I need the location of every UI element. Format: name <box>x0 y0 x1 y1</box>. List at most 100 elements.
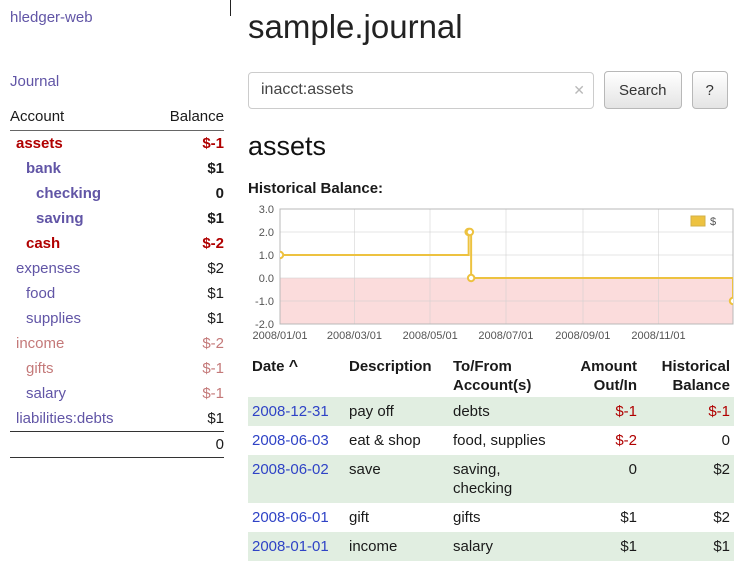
transaction-date-cell: 2008-06-02 <box>248 455 345 503</box>
account-name-cell: expenses <box>10 256 150 281</box>
account-link[interactable]: salary <box>26 385 66 402</box>
account-name-cell: saving <box>10 206 150 231</box>
svg-text:2008/07/01: 2008/07/01 <box>478 330 533 342</box>
register-header-balance: Historical Balance <box>641 355 734 397</box>
accounts-header-account: Account <box>10 104 150 131</box>
journal-nav-link[interactable]: Journal <box>10 73 224 90</box>
transaction-accounts: saving, checking <box>449 455 561 503</box>
transaction-date-link[interactable]: 2008-01-01 <box>252 538 329 555</box>
register-row: 2008-06-01giftgifts$1$2 <box>248 503 734 532</box>
search-button[interactable]: Search <box>604 71 682 109</box>
transaction-description: save <box>345 455 449 503</box>
transaction-date-cell: 2008-06-01 <box>248 503 345 532</box>
account-name-cell: supplies <box>10 306 150 331</box>
account-link[interactable]: gifts <box>26 360 54 377</box>
account-balance: $-1 <box>150 131 224 157</box>
account-balance: $2 <box>150 256 224 281</box>
account-link[interactable]: checking <box>36 185 101 202</box>
account-link[interactable]: cash <box>26 235 60 252</box>
transaction-amount: $1 <box>561 503 641 532</box>
account-row: supplies$1 <box>10 306 224 331</box>
transaction-balance: $2 <box>641 455 734 503</box>
register-header-row: Date ^ Description To/From Account(s) Am… <box>248 355 734 397</box>
transaction-description: eat & shop <box>345 426 449 455</box>
clear-search-icon[interactable]: ✕ <box>573 83 585 97</box>
register-table: Date ^ Description To/From Account(s) Am… <box>248 355 734 561</box>
register-header-date[interactable]: Date ^ <box>248 355 345 397</box>
transaction-amount: $-2 <box>561 426 641 455</box>
transaction-date-link[interactable]: 2008-06-01 <box>252 509 329 526</box>
account-link[interactable]: food <box>26 285 55 302</box>
accounts-total-balance: 0 <box>150 432 224 458</box>
svg-text:2008/05/01: 2008/05/01 <box>403 330 458 342</box>
transaction-amount: 0 <box>561 455 641 503</box>
register-row: 2008-01-01incomesalary$1$1 <box>248 532 734 561</box>
svg-text:0.0: 0.0 <box>259 273 274 285</box>
transaction-amount: $-1 <box>561 397 641 426</box>
account-link[interactable]: assets <box>16 135 63 152</box>
transaction-date-link[interactable]: 2008-12-31 <box>252 403 329 420</box>
main-panel: sample.journal ✕ Search ? assets Histori… <box>230 0 742 582</box>
account-row: checking 0 <box>10 181 224 206</box>
account-row: liabilities:debts $1 <box>10 406 224 432</box>
account-name-cell: cash <box>10 231 150 256</box>
transaction-accounts: food, supplies <box>449 426 561 455</box>
search-form: ✕ Search ? <box>248 71 734 109</box>
date-header-label: Date <box>252 358 285 375</box>
account-link[interactable]: bank <box>26 160 61 177</box>
svg-text:$: $ <box>710 216 716 228</box>
transaction-accounts: salary <box>449 532 561 561</box>
svg-text:2008/03/01: 2008/03/01 <box>327 330 382 342</box>
transaction-date-link[interactable]: 2008-06-03 <box>252 432 329 449</box>
search-box: ✕ <box>248 72 594 109</box>
account-balance: $1 <box>150 406 224 432</box>
accounts-total-row: 0 <box>10 432 224 458</box>
transaction-date-cell: 2008-12-31 <box>248 397 345 426</box>
account-row: salary$-1 <box>10 381 224 406</box>
account-name-cell: salary <box>10 381 150 406</box>
account-balance: $-1 <box>150 356 224 381</box>
page-title: sample.journal <box>248 8 734 46</box>
transaction-balance: 0 <box>641 426 734 455</box>
register-row: 2008-12-31pay offdebts$-1$-1 <box>248 397 734 426</box>
account-row: saving $1 <box>10 206 224 231</box>
svg-text:3.0: 3.0 <box>259 204 274 216</box>
account-balance: $-2 <box>150 231 224 256</box>
account-balance: $1 <box>150 206 224 231</box>
account-row: food$1 <box>10 281 224 306</box>
account-link[interactable]: liabilities:debts <box>16 410 114 427</box>
help-button[interactable]: ? <box>692 71 728 109</box>
transaction-description: pay off <box>345 397 449 426</box>
transaction-balance: $-1 <box>641 397 734 426</box>
search-input[interactable] <box>248 72 594 109</box>
accounts-total-spacer <box>10 432 150 458</box>
account-name-cell: assets <box>10 131 150 157</box>
account-name-cell: gifts <box>10 356 150 381</box>
account-balance: 0 <box>150 181 224 206</box>
sidebar: hledger-web Journal Account Balance asse… <box>0 0 230 582</box>
account-link[interactable]: income <box>16 335 64 352</box>
account-link[interactable]: saving <box>36 210 84 227</box>
account-link[interactable]: expenses <box>16 260 80 277</box>
account-heading: assets <box>248 131 734 162</box>
transaction-balance: $1 <box>641 532 734 561</box>
transaction-amount: $1 <box>561 532 641 561</box>
transaction-accounts: gifts <box>449 503 561 532</box>
transaction-date-link[interactable]: 2008-06-02 <box>252 461 329 478</box>
svg-text:2.0: 2.0 <box>259 227 274 239</box>
account-balance: $-2 <box>150 331 224 356</box>
app-window: hledger-web Journal Account Balance asse… <box>0 0 742 582</box>
account-name-cell: liabilities:debts <box>10 406 150 432</box>
app-brand-link[interactable]: hledger-web <box>10 9 224 26</box>
register-header-accounts: To/From Account(s) <box>449 355 561 397</box>
account-row: bank$1 <box>10 156 224 181</box>
transaction-description: income <box>345 532 449 561</box>
account-name-cell: food <box>10 281 150 306</box>
account-link[interactable]: supplies <box>26 310 81 327</box>
account-row: cash $-2 <box>10 231 224 256</box>
account-name-cell: income <box>10 331 150 356</box>
account-row: income $-2 <box>10 331 224 356</box>
sort-ascending-icon: ^ <box>289 358 298 375</box>
svg-text:2008/11/01: 2008/11/01 <box>631 330 685 342</box>
chart-heading: Historical Balance: <box>248 180 734 197</box>
